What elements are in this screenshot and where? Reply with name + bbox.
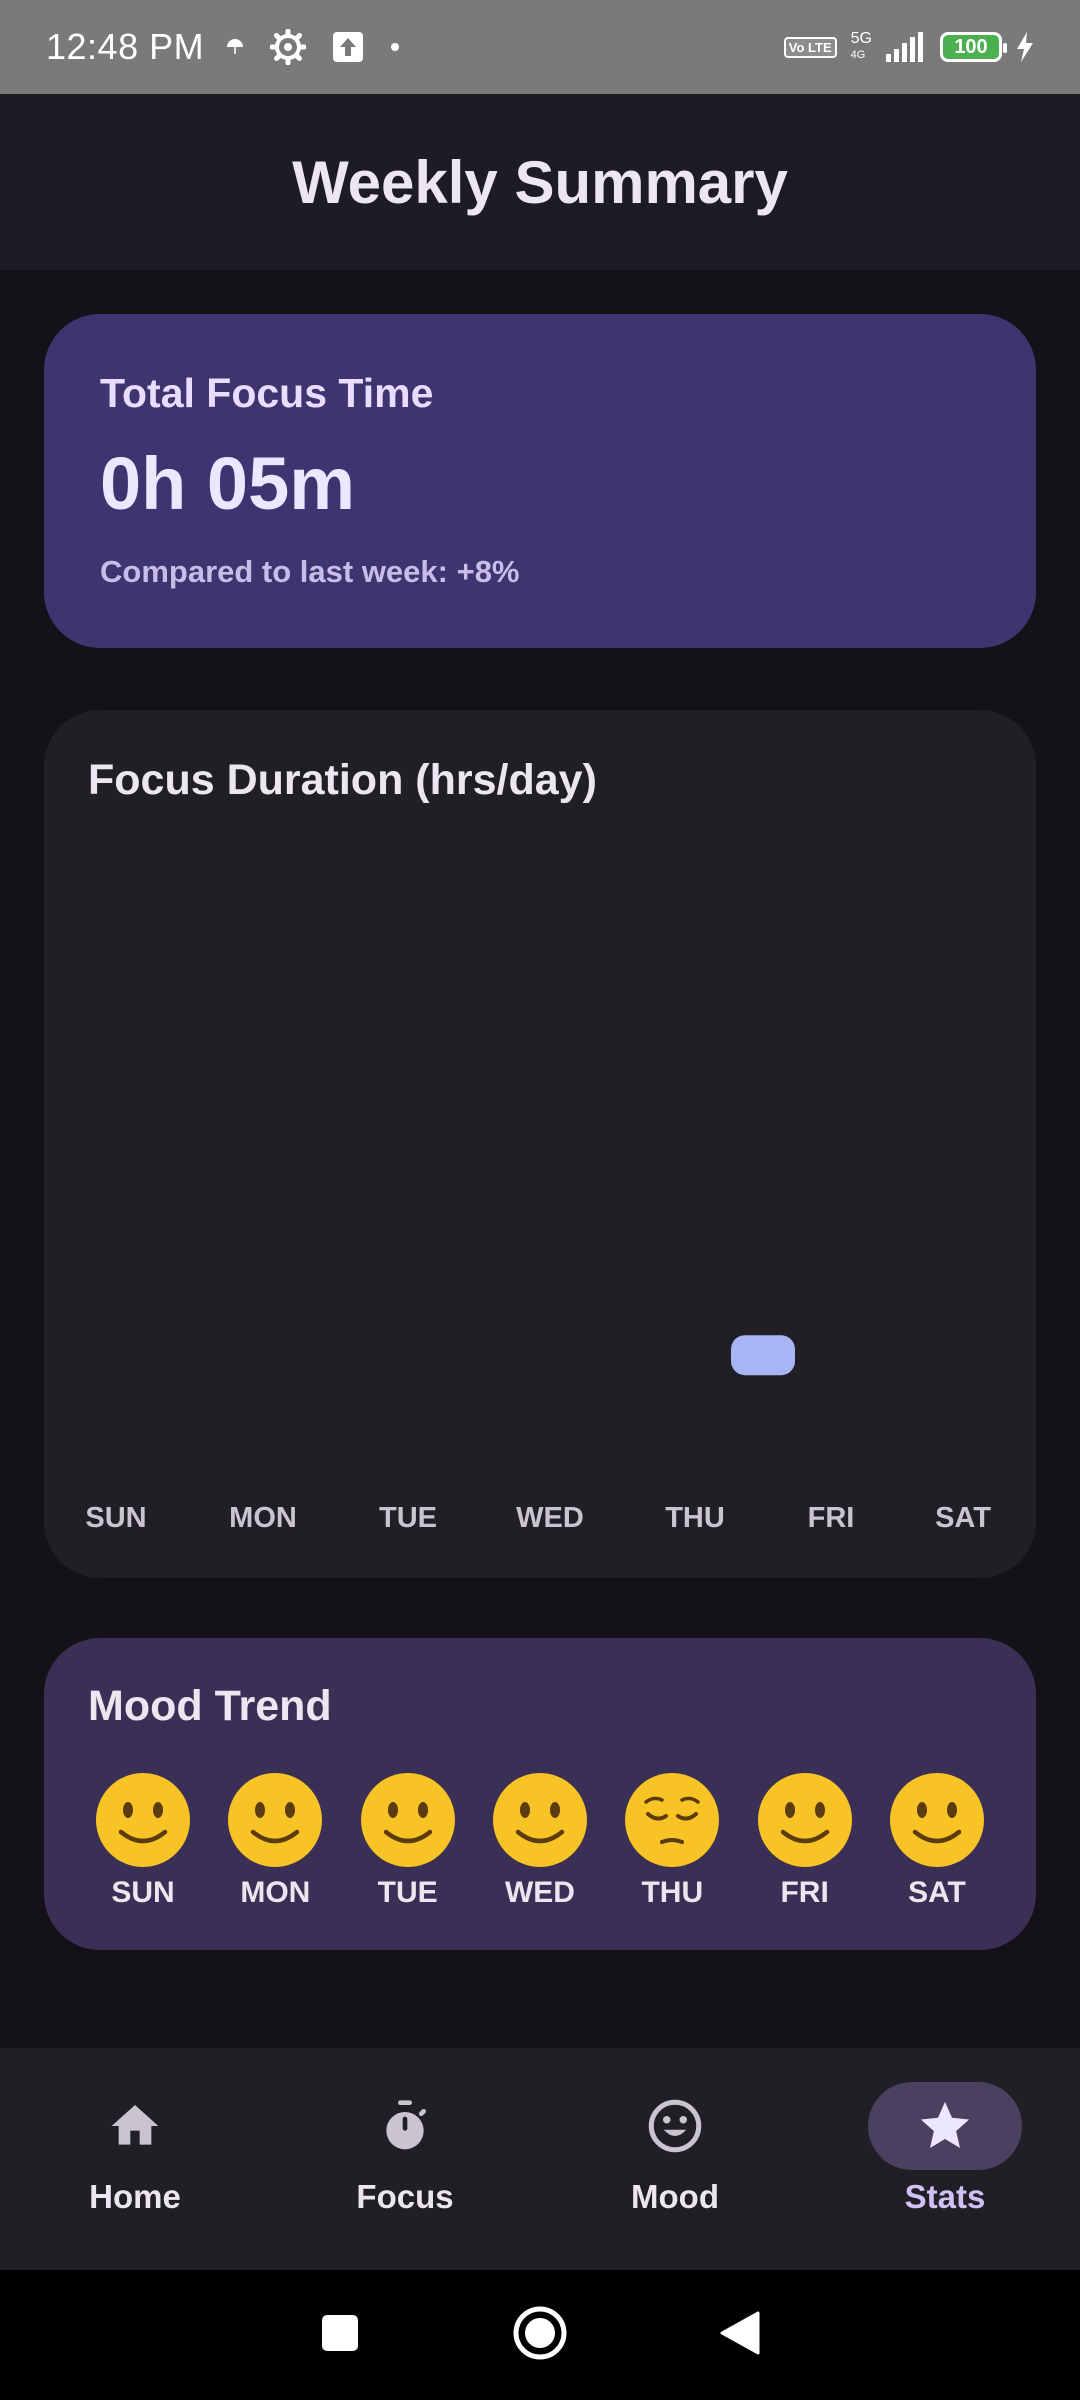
x-tick-label-sun: SUN bbox=[85, 1502, 146, 1534]
battery-indicator: 100 bbox=[940, 32, 1007, 62]
square-icon bbox=[322, 2314, 358, 2351]
nav-focus-icon-container bbox=[328, 2082, 482, 2170]
bolt-icon bbox=[1016, 32, 1034, 62]
back-triangle-icon bbox=[720, 2311, 760, 2354]
smiling-face-icon bbox=[360, 1773, 455, 1867]
status-system-icons: Vo LTE 5G 4G 100 bbox=[783, 31, 1034, 63]
mood-day-thu: THU bbox=[617, 1770, 727, 1910]
mood-day-label: SAT bbox=[908, 1876, 966, 1909]
mood-day-label: WED bbox=[504, 1876, 575, 1909]
mood-day-mon: MON bbox=[220, 1770, 330, 1910]
umbrella-icon bbox=[226, 38, 244, 56]
nav-label-focus: Focus bbox=[356, 2178, 454, 2215]
mood-day-label: TUE bbox=[377, 1876, 438, 1909]
smiling-face-icon bbox=[492, 1773, 587, 1867]
dot-icon bbox=[390, 42, 400, 52]
page-title: Weekly Summary bbox=[292, 148, 788, 216]
mood-day-label: SUN bbox=[111, 1876, 175, 1909]
pensive-face-icon bbox=[625, 1773, 720, 1867]
mood-day-sun: SUN bbox=[88, 1770, 198, 1910]
mood-day-wed: WED bbox=[485, 1770, 595, 1910]
focus-duration-chart: SUN MON TUE WED THU FRI SAT bbox=[85, 1335, 991, 1534]
mood-trend-title: Mood Trend bbox=[88, 1682, 332, 1730]
smiling-face-icon bbox=[228, 1773, 323, 1867]
mood-day-label: THU bbox=[641, 1876, 704, 1909]
mood-day-sat: SAT bbox=[882, 1770, 992, 1910]
mood-day-tue: TUE bbox=[353, 1770, 463, 1910]
total-focus-value: 0h 05m bbox=[100, 442, 356, 525]
star-icon bbox=[920, 2101, 970, 2148]
total-focus-title: Total Focus Time bbox=[100, 370, 434, 416]
nav-mood-icon-container bbox=[598, 2082, 752, 2170]
circle-icon bbox=[513, 2306, 567, 2359]
x-tick-label-wed: WED bbox=[516, 1502, 584, 1534]
nav-item-home[interactable]: Home bbox=[0, 2048, 270, 2270]
settings-gear-icon bbox=[270, 29, 307, 65]
mood-day-label: FRI bbox=[780, 1876, 829, 1909]
x-tick-label-tue: TUE bbox=[379, 1502, 437, 1534]
top-app-bar: Weekly Summary bbox=[0, 94, 1080, 270]
nav-label-mood: Mood bbox=[631, 2178, 719, 2215]
x-tick-label-mon: MON bbox=[229, 1502, 297, 1534]
stopwatch-icon bbox=[386, 2100, 426, 2150]
nav-item-stats[interactable]: Stats bbox=[810, 2048, 1080, 2270]
mood-trend-card: Mood Trend SUN MON TUE WED THU FRI SAT bbox=[44, 1638, 1036, 1950]
system-navigation-bar bbox=[0, 2270, 1080, 2400]
status-time: 12:48 PM bbox=[46, 26, 205, 67]
status-notification-icons bbox=[226, 29, 400, 65]
x-tick-label-sat: SAT bbox=[935, 1502, 991, 1534]
nav-stats-icon-container bbox=[868, 2082, 1022, 2170]
network-type: 5G 4G bbox=[851, 31, 872, 63]
home-icon bbox=[111, 2105, 159, 2145]
upload-icon bbox=[332, 31, 364, 63]
recents-button[interactable] bbox=[318, 2311, 362, 2360]
nav-label-stats: Stats bbox=[904, 2178, 986, 2215]
network-sub-label: 4G bbox=[850, 49, 866, 61]
total-focus-comparison: Compared to last week: +8% bbox=[100, 554, 520, 589]
bar-thu bbox=[731, 1335, 795, 1376]
smiling-face-icon bbox=[757, 1773, 852, 1867]
focus-duration-chart-card: Focus Duration (hrs/day) SUN MON TUE WED THU… bbox=[44, 710, 1036, 1578]
nav-label-home: Home bbox=[89, 2178, 181, 2215]
nav-item-mood[interactable]: Mood bbox=[540, 2048, 810, 2270]
home-system-button[interactable] bbox=[512, 2305, 568, 2366]
smiling-face-icon bbox=[889, 1773, 984, 1867]
mood-day-fri: FRI bbox=[750, 1770, 860, 1910]
volte-indicator: Vo LTE bbox=[783, 36, 837, 58]
signal-icon bbox=[886, 32, 926, 62]
network-label: 5G bbox=[850, 30, 872, 47]
nav-item-focus[interactable]: Focus bbox=[270, 2048, 540, 2270]
smiley-icon bbox=[648, 2099, 702, 2153]
x-tick-label-thu: THU bbox=[665, 1502, 725, 1534]
x-tick-label-fri: FRI bbox=[808, 1502, 855, 1534]
smiling-face-icon bbox=[96, 1773, 190, 1867]
bottom-navigation: Home Focus Mood Stats bbox=[0, 2048, 1080, 2270]
total-focus-card: Total Focus Time 0h 05m Compared to last… bbox=[44, 314, 1036, 648]
nav-home-icon-container bbox=[58, 2082, 212, 2170]
mood-trend-row: SUN MON TUE WED THU FRI SAT bbox=[88, 1770, 992, 1910]
back-button[interactable] bbox=[718, 2309, 762, 2362]
status-bar: 12:48 PM Vo LTE 5G 4G 100 bbox=[0, 0, 1080, 94]
mood-day-label: MON bbox=[240, 1876, 311, 1909]
